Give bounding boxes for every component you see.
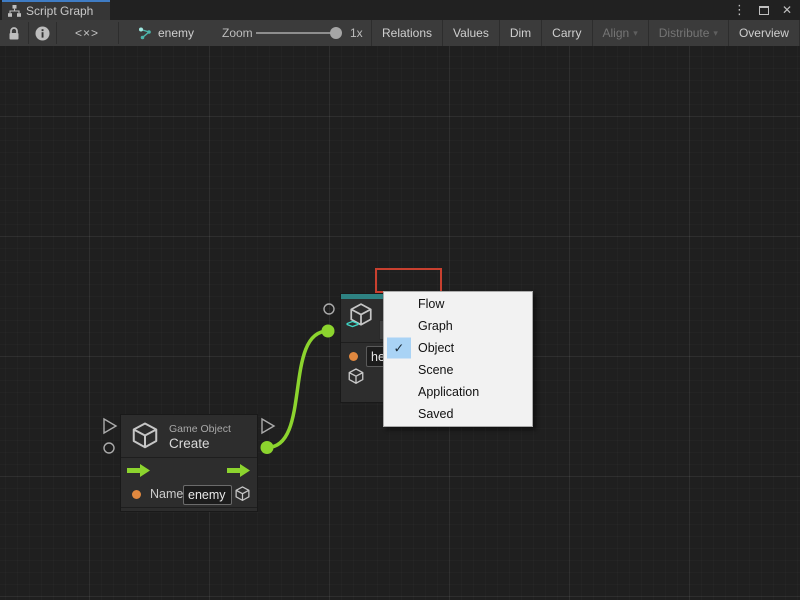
toolbar-separator (118, 22, 119, 44)
toolbar-buttons: Relations Values Dim Carry Align ▾ Distr… (371, 20, 800, 46)
create-name-port[interactable] (104, 443, 114, 453)
menu-item-application[interactable]: Application (384, 381, 532, 403)
node-divider (121, 507, 257, 508)
create-output-port-connected[interactable] (261, 441, 274, 454)
cube-icon (130, 422, 160, 450)
maximize-icon[interactable] (759, 6, 769, 15)
check-icon: ✓ (394, 340, 405, 356)
zoom-slider-track[interactable] (256, 32, 340, 34)
flow-out-arrow-icon (227, 464, 251, 477)
create-flow-out-port[interactable] (262, 419, 274, 433)
carry-button[interactable]: Carry (541, 20, 591, 46)
zoom-label: Zoom (222, 26, 253, 40)
info-icon (35, 26, 50, 41)
window-controls: ⋮ ✕ (733, 0, 792, 20)
flow-in-arrow-icon (127, 464, 151, 477)
lock-icon (7, 26, 21, 41)
graph-toolbar: <×> enemy Zoom 1x Relations Values Dim C… (0, 20, 800, 46)
toolbar-separator (56, 22, 57, 44)
titlebar: Script Graph ⋮ ✕ (0, 0, 800, 20)
node-title: Create (169, 436, 210, 451)
lock-button[interactable] (2, 20, 26, 46)
node-category: Game Object (169, 423, 231, 435)
connection-wire[interactable] (267, 331, 328, 448)
menu-item-scene[interactable]: Scene (384, 359, 532, 381)
code-view-button[interactable]: <×> (58, 20, 116, 46)
breadcrumb[interactable]: enemy (138, 20, 194, 46)
distribute-button[interactable]: Distribute ▾ (648, 20, 728, 46)
align-button[interactable]: Align ▾ (592, 20, 648, 46)
create-flow-in-port[interactable] (104, 419, 116, 433)
variable-brackets-icon: <> (346, 317, 358, 331)
object-port-cube-icon (347, 368, 365, 385)
name-input[interactable] (183, 485, 232, 505)
window-menu-icon[interactable]: ⋮ (733, 0, 746, 20)
overview-button[interactable]: Overview (728, 20, 799, 46)
menu-item-graph[interactable]: Graph (384, 315, 532, 337)
node-divider (121, 457, 257, 458)
output-cube-icon (234, 486, 251, 502)
getvar-input-port-connected[interactable] (322, 325, 335, 338)
tab-script-graph[interactable]: Script Graph (2, 0, 110, 20)
menu-item-saved[interactable]: Saved (384, 403, 532, 425)
variable-kind-menu: Flow Graph ✓ Object Scene Application Sa… (383, 291, 533, 427)
name-port-label: Name (150, 487, 183, 501)
info-button[interactable] (30, 20, 54, 46)
chevron-down-icon: ▾ (633, 28, 638, 39)
dim-button[interactable]: Dim (499, 20, 541, 46)
value-port-dot (349, 352, 358, 361)
menu-item-flow[interactable]: Flow (384, 293, 532, 315)
getvar-name-port[interactable] (324, 304, 334, 314)
graph-icon (138, 27, 152, 40)
relations-button[interactable]: Relations (371, 20, 442, 46)
tab-title: Script Graph (26, 4, 93, 18)
close-icon[interactable]: ✕ (782, 0, 792, 20)
breadcrumb-label: enemy (158, 26, 194, 40)
check-box: ✓ (387, 338, 411, 359)
zoom-value: 1x (350, 26, 363, 40)
script-graph-window: Script Graph ⋮ ✕ <×> (0, 0, 800, 600)
zoom-slider-handle[interactable] (330, 27, 342, 39)
menu-item-object[interactable]: ✓ Object (384, 337, 532, 359)
value-port-dot (132, 490, 141, 499)
code-icon: <×> (75, 26, 99, 40)
chevron-down-icon: ▾ (713, 28, 718, 39)
toolbar-separator (28, 22, 29, 44)
create-game-object-node[interactable]: Game Object Create Name (120, 414, 258, 512)
hierarchy-icon (8, 5, 21, 17)
values-button[interactable]: Values (442, 20, 499, 46)
